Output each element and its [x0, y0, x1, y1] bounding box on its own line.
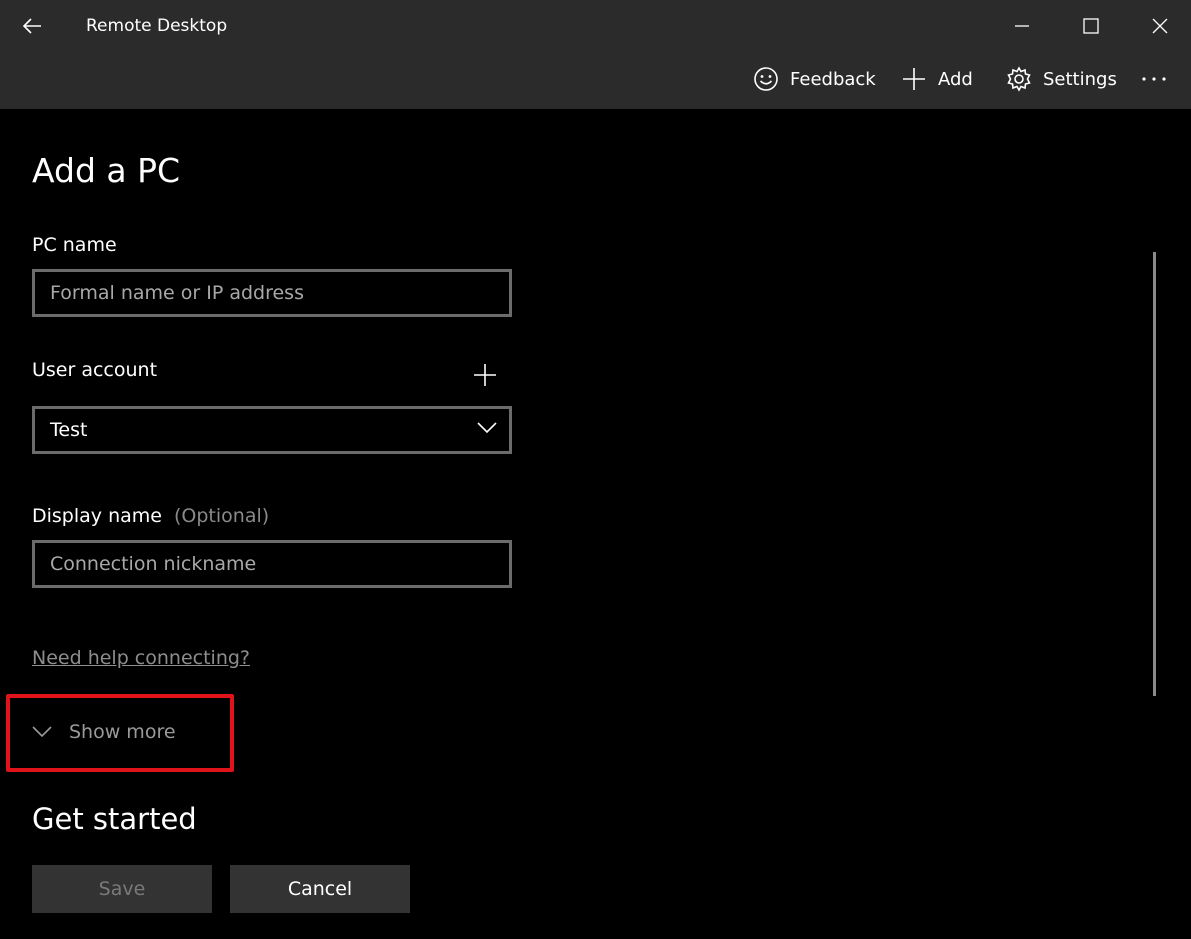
title-bar: Remote Desktop Feedback Add Settings: [0, 0, 1191, 109]
settings-label: Settings: [1043, 68, 1117, 90]
maximize-icon: [1083, 18, 1099, 34]
display-name-field[interactable]: [32, 540, 512, 588]
add-user-account-button[interactable]: [470, 360, 500, 390]
pc-name-input[interactable]: [35, 272, 509, 314]
user-account-label: User account: [32, 359, 158, 381]
user-account-dropdown[interactable]: Test: [32, 406, 512, 454]
maximize-button[interactable]: [1071, 8, 1111, 44]
minimize-icon: [1015, 25, 1029, 27]
pc-name-field[interactable]: [32, 269, 512, 317]
display-name-input[interactable]: [35, 543, 509, 585]
arrow-left-icon: [22, 18, 41, 34]
feedback-label: Feedback: [790, 68, 876, 90]
settings-button[interactable]: Settings: [1006, 62, 1117, 96]
close-icon: [1152, 18, 1168, 34]
plus-icon: [474, 364, 496, 386]
add-label: Add: [938, 68, 973, 90]
optional-label: (Optional): [174, 505, 270, 527]
feedback-button[interactable]: Feedback: [753, 62, 876, 96]
chevron-down-icon: [477, 422, 497, 434]
save-button[interactable]: Save: [32, 865, 212, 913]
display-name-label: Display name: [32, 505, 162, 527]
ellipsis-icon: [1142, 77, 1166, 81]
show-more-label: Show more: [69, 721, 176, 743]
app-title: Remote Desktop: [86, 16, 228, 36]
scrollbar[interactable]: [1153, 252, 1156, 696]
more-button[interactable]: [1141, 62, 1178, 96]
smiley-icon: [754, 67, 778, 91]
chevron-down-icon: [32, 726, 52, 738]
gear-icon: [1007, 66, 1031, 92]
user-account-selected: Test: [50, 419, 88, 441]
help-connecting-link[interactable]: Need help connecting?: [32, 646, 250, 670]
plus-icon: [903, 68, 925, 90]
cancel-button[interactable]: Cancel: [230, 865, 410, 913]
get-started-heading: Get started: [32, 802, 197, 836]
back-button[interactable]: [14, 8, 50, 44]
close-button[interactable]: [1140, 8, 1180, 44]
show-more-toggle[interactable]: Show more: [32, 716, 176, 748]
page-title: Add a PC: [32, 151, 181, 190]
add-button[interactable]: Add: [901, 62, 973, 96]
pc-name-label: PC name: [32, 234, 117, 256]
minimize-button[interactable]: [1002, 8, 1042, 44]
